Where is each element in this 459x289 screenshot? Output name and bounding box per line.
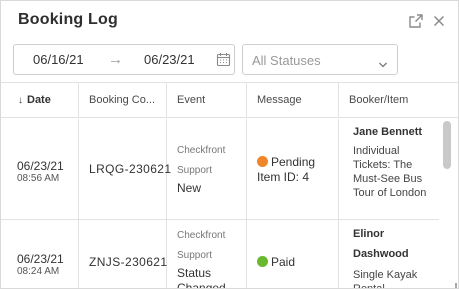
row-date: 06/23/21 bbox=[17, 252, 64, 266]
resize-handle-icon[interactable] bbox=[447, 277, 457, 288]
status-filter-dropdown[interactable]: All Statuses bbox=[242, 44, 398, 75]
date-cell: 06/23/21 08:24 AM bbox=[1, 220, 79, 288]
booked-item: Individual Tickets: The Must-See Bus Tou… bbox=[353, 145, 427, 199]
table-row[interactable]: 06/23/21 08:56 AM LRQG-230621 Checkfront… bbox=[1, 119, 439, 220]
arrow-right-icon: → bbox=[108, 51, 123, 68]
panel-header: Booking Log bbox=[1, 1, 458, 41]
event-source: Support bbox=[177, 250, 213, 261]
event-type: New bbox=[177, 181, 202, 195]
message-status: Pending bbox=[271, 155, 316, 169]
message-cell: Pending Item ID: 4 bbox=[247, 119, 339, 219]
message-status: Paid bbox=[271, 255, 296, 269]
date-range-picker[interactable]: 06/16/21 → 06/23/21 bbox=[13, 44, 235, 75]
booking-log-panel: Booking Log 06/16/21 → 06/23/21 All Stat… bbox=[0, 0, 459, 289]
date-cell: 06/23/21 08:56 AM bbox=[1, 119, 79, 219]
external-link-icon[interactable] bbox=[408, 13, 424, 29]
panel-title: Booking Log bbox=[18, 11, 118, 28]
event-source: Checkfront bbox=[177, 230, 226, 241]
column-header-event[interactable]: Event bbox=[167, 83, 247, 118]
sort-descending-icon: ↓ bbox=[18, 95, 23, 106]
column-header-booking-code[interactable]: Booking Co... bbox=[79, 83, 167, 118]
booking-code[interactable]: ZNJS-230621 bbox=[89, 255, 167, 269]
event-cell: Checkfront Support New bbox=[167, 119, 247, 219]
vertical-scrollbar[interactable] bbox=[440, 119, 458, 288]
column-header-message[interactable]: Message bbox=[247, 83, 339, 118]
booking-code-cell: LRQG-230621 bbox=[79, 119, 171, 219]
calendar-icon[interactable] bbox=[216, 52, 231, 67]
booking-log-table: ↓ Date Booking Co... Event Message Booker… bbox=[1, 82, 458, 288]
booking-code-cell: ZNJS-230621 bbox=[79, 220, 167, 288]
status-dot-icon bbox=[257, 156, 268, 167]
event-type: Status Changed bbox=[177, 266, 226, 288]
scrollbar-thumb[interactable] bbox=[443, 121, 451, 169]
table-header: ↓ Date Booking Co... Event Message Booker… bbox=[1, 83, 458, 118]
column-header-date[interactable]: ↓ Date bbox=[1, 83, 79, 118]
event-source: Checkfront bbox=[177, 145, 226, 156]
date-from-field[interactable]: 06/16/21 bbox=[33, 52, 84, 67]
booked-item: Single Kayak Rental bbox=[353, 269, 418, 288]
message-detail: Item ID: 4 bbox=[257, 170, 310, 184]
row-time: 08:24 AM bbox=[17, 266, 60, 277]
row-date: 06/23/21 bbox=[17, 159, 64, 173]
row-time: 08:56 AM bbox=[17, 173, 60, 184]
table-row[interactable]: 06/23/21 08:24 AM ZNJS-230621 Checkfront… bbox=[1, 220, 439, 288]
booker-name: Elinor Dashwood bbox=[353, 228, 409, 260]
column-header-booker-item[interactable]: Booker/Item bbox=[339, 83, 439, 118]
event-cell: Checkfront Support Status Changed bbox=[167, 220, 247, 288]
booker-name: Jane Bennett bbox=[353, 126, 423, 138]
booking-code[interactable]: LRQG-230621 bbox=[89, 162, 171, 176]
status-filter-value: All Statuses bbox=[252, 53, 321, 68]
chevron-down-icon bbox=[378, 56, 388, 68]
close-icon[interactable] bbox=[431, 13, 447, 29]
status-dot-icon bbox=[257, 256, 268, 267]
booker-item-cell: Elinor Dashwood Single Kayak Rental bbox=[339, 220, 439, 288]
date-to-field[interactable]: 06/23/21 bbox=[144, 52, 195, 67]
message-cell: Paid bbox=[247, 220, 339, 288]
event-source: Support bbox=[177, 165, 213, 176]
message-text: Pending Item ID: 4 bbox=[257, 155, 339, 185]
booker-item-cell: Jane Bennett Individual Tickets: The Mus… bbox=[339, 119, 439, 219]
message-text: Paid bbox=[257, 255, 339, 270]
